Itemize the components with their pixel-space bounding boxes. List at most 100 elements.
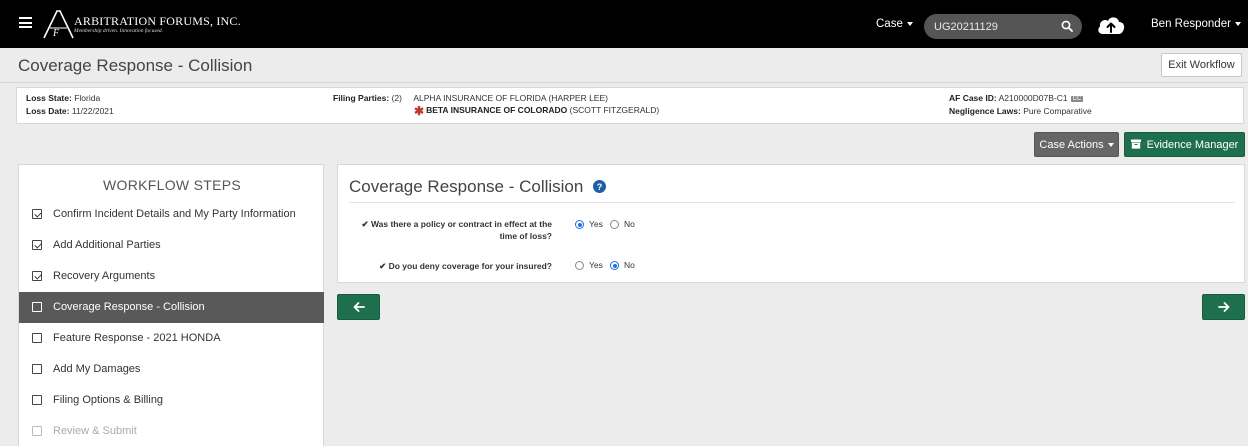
checkmark-icon: ✔ [379, 261, 387, 271]
workflow-step-confirm-incident[interactable]: Confirm Incident Details and My Party In… [19, 199, 324, 230]
loss-state-value: Florida [74, 93, 101, 103]
cloud-upload-icon[interactable] [1096, 13, 1126, 37]
svg-text:?: ? [597, 182, 603, 192]
workflow-step-feature-response[interactable]: Feature Response - 2021 HONDA [19, 323, 324, 354]
case-search-box [924, 14, 1082, 39]
deny-coverage-yes-radio[interactable] [575, 261, 584, 270]
filing-party-2-contact: (SCOTT FITZGERALD) [569, 105, 660, 115]
required-star-icon: ✱ [414, 104, 425, 118]
evidence-manager-button[interactable]: Evidence Manager [1124, 132, 1245, 157]
deny-coverage-question-text: Do you deny coverage for your insured? [388, 261, 552, 271]
user-menu-dropdown[interactable]: Ben Responder [1151, 18, 1241, 30]
filing-parties-count: (2) [391, 93, 402, 103]
coverage-response-panel: Coverage Response - Collision ? ✔ Was th… [337, 164, 1245, 283]
workflow-step-label: Add My Damages [53, 363, 141, 375]
archive-box-icon [1130, 139, 1141, 149]
svg-text:F: F [52, 28, 60, 39]
loss-date-label: Loss Date: [26, 106, 70, 116]
brand-logo[interactable]: F ARBITRATION FORUMS, INC. Membership dr… [42, 8, 241, 40]
af-case-id-value: A210000D07B-C1 [998, 93, 1068, 103]
deny-coverage-no-radio[interactable] [610, 261, 619, 270]
page-title-bar: Coverage Response - Collision [0, 48, 1248, 83]
filing-party-1-contact: (HARPER LEE) [548, 93, 608, 103]
workflow-step-add-parties[interactable]: Add Additional Parties [19, 230, 324, 261]
workflow-steps-sidebar: WORKFLOW STEPS Confirm Incident Details … [18, 164, 324, 446]
workflow-step-label: Filing Options & Billing [53, 394, 164, 406]
workflow-step-label: Coverage Response - Collision [53, 301, 205, 313]
hamburger-menu-icon[interactable] [19, 17, 32, 28]
policy-question-line-2: time of loss? [499, 231, 552, 241]
checked-checkbox-icon [32, 271, 42, 281]
workflow-steps-heading: WORKFLOW STEPS [103, 177, 241, 193]
policy-in-effect-question: ✔ Was there a policy or contract in effe… [338, 218, 552, 242]
workflow-step-add-damages[interactable]: Add My Damages [19, 354, 324, 385]
panel-divider [349, 202, 1235, 203]
no-label: No [624, 219, 635, 229]
caret-down-icon [1234, 21, 1241, 26]
previous-step-button[interactable] [337, 294, 380, 320]
unchecked-checkbox-icon [32, 333, 42, 343]
help-question-icon[interactable]: ? [593, 180, 606, 193]
arrow-left-icon [353, 302, 365, 312]
filing-party-2-line: ✱ BETA INSURANCE OF COLORADO (SCOTT FITZG… [414, 104, 659, 118]
checked-checkbox-icon [32, 209, 42, 219]
case-actions-label: Case Actions [1039, 138, 1104, 151]
workflow-step-coverage-response[interactable]: Coverage Response - Collision [19, 292, 324, 323]
case-info-bar: Loss State: Florida Loss Date: 11/22/202… [16, 87, 1244, 124]
caret-down-icon [1107, 142, 1114, 147]
workflow-step-label: Review & Submit [53, 425, 137, 437]
top-navbar: F ARBITRATION FORUMS, INC. Membership dr… [0, 0, 1248, 48]
case-actions-button[interactable]: Case Actions [1034, 132, 1119, 157]
loss-state-label: Loss State: [26, 93, 72, 103]
negligence-laws-label: Negligence Laws: [949, 106, 1021, 116]
loss-date: Loss Date: 11/22/2021 [26, 106, 114, 116]
af-case-id-label: AF Case ID: [949, 93, 997, 103]
brand-name: ARBITRATION FORUMS, INC. [74, 14, 241, 28]
unchecked-checkbox-icon [32, 302, 42, 312]
filing-parties-label: Filing Parties: [333, 93, 390, 103]
workflow-step-label: Feature Response - 2021 HONDA [53, 332, 221, 344]
af-case-id: AF Case ID: A210000D07B-C1 CC [949, 93, 1084, 103]
negligence-laws: Negligence Laws: Pure Comparative [949, 106, 1092, 116]
yes-label: Yes [589, 219, 603, 229]
yes-label: Yes [589, 260, 603, 270]
case-menu-label: Case [876, 18, 903, 30]
checkmark-icon: ✔ [361, 219, 369, 229]
no-label: No [624, 260, 635, 270]
policy-question-line-1: Was there a policy or contract in effect… [370, 219, 552, 229]
checked-checkbox-icon [32, 240, 42, 250]
policy-in-effect-yes-radio[interactable] [575, 220, 584, 229]
case-search-input[interactable] [934, 19, 1054, 34]
panel-title: Coverage Response - Collision [349, 177, 584, 196]
filing-parties: Filing Parties: (2) ALPHA INSURANCE OF F… [333, 93, 608, 103]
question-line: ✔ Was there a policy or contract in effe… [338, 218, 552, 230]
user-name: Ben Responder [1151, 18, 1231, 30]
search-icon[interactable] [1061, 20, 1073, 32]
brand-tagline: Membership driven. Innovation focused. [74, 28, 164, 34]
workflow-step-label: Add Additional Parties [53, 239, 161, 251]
filing-party-2: BETA INSURANCE OF COLORADO [426, 105, 568, 115]
workflow-step-review-submit: Review & Submit [19, 416, 324, 446]
workflow-step-label: Confirm Incident Details and My Party In… [53, 208, 296, 220]
arrow-right-icon [1218, 302, 1230, 312]
evidence-manager-label: Evidence Manager [1146, 138, 1239, 151]
workflow-step-filing-options[interactable]: Filing Options & Billing [19, 385, 324, 416]
cc-badge: CC [1070, 96, 1084, 102]
page-title: Coverage Response - Collision [18, 56, 253, 75]
caret-down-icon [906, 21, 913, 26]
unchecked-checkbox-icon [32, 426, 42, 436]
workflow-step-recovery-arguments[interactable]: Recovery Arguments [19, 261, 324, 292]
arbitration-forums-logo-icon: F [43, 10, 74, 39]
unchecked-checkbox-icon [32, 395, 42, 405]
loss-state: Loss State: Florida [26, 93, 100, 103]
case-menu-dropdown[interactable]: Case [876, 18, 913, 30]
unchecked-checkbox-icon [32, 364, 42, 374]
policy-in-effect-no-radio[interactable] [610, 220, 619, 229]
workflow-step-label: Recovery Arguments [53, 270, 156, 282]
filing-party-1: ALPHA INSURANCE OF FLORIDA [413, 93, 547, 103]
loss-date-value: 11/22/2021 [71, 106, 114, 116]
next-step-button[interactable] [1202, 294, 1245, 320]
negligence-laws-value: Pure Comparative [1023, 106, 1092, 116]
deny-coverage-question: ✔ Do you deny coverage for your insured? [338, 260, 552, 272]
exit-workflow-button[interactable]: Exit Workflow [1161, 53, 1242, 77]
